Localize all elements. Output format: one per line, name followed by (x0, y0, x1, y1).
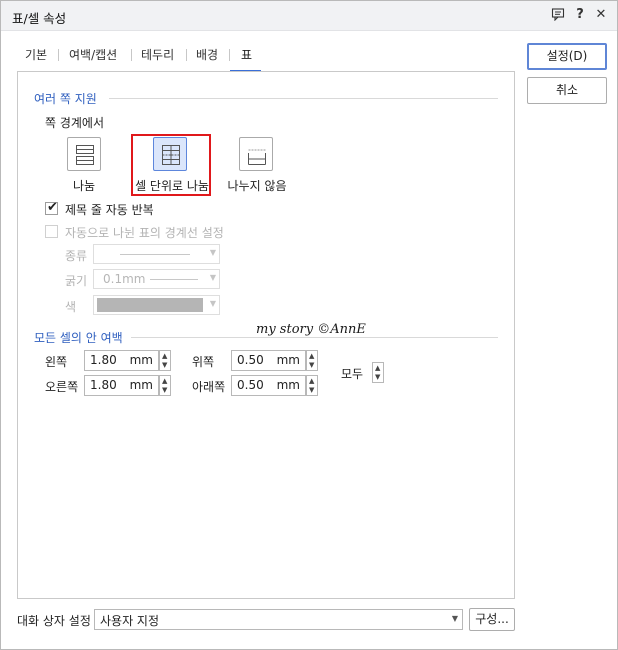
unit-label: mm (129, 353, 153, 367)
line-kind-select[interactable]: ▼ (93, 244, 220, 264)
padding-right-input[interactable]: 1.80 mm (84, 375, 159, 396)
dialog-setting-select[interactable]: 사용자 지정 ▼ (94, 609, 463, 630)
caret-up-icon[interactable]: ▲ (162, 352, 167, 360)
padding-bottom-label: 아래쪽 (192, 380, 226, 394)
table-no-split-icon (248, 149, 266, 165)
ok-button[interactable]: 설정(D) (527, 43, 607, 70)
padding-left-input[interactable]: 1.80 mm (84, 350, 159, 371)
config-button[interactable]: 구성... (469, 608, 515, 631)
help-icon[interactable]: ? (572, 7, 588, 23)
caret-up-icon[interactable]: ▲ (375, 364, 380, 372)
padding-right-value: 1.80 (90, 378, 117, 392)
tab-divider (131, 49, 132, 61)
tab-margin-caption[interactable]: 여백/캡션 (69, 46, 117, 63)
watermark-text: my story ©AnnE (256, 322, 366, 337)
padding-all-spinner[interactable]: ▲ ▼ (372, 362, 384, 383)
tab-divider (58, 49, 59, 61)
line-color-label: 색 (65, 300, 77, 314)
line-thickness-label: 굵기 (65, 274, 88, 288)
dialog-setting-label: 대화 상자 설정 (17, 614, 91, 628)
padding-left-value: 1.80 (90, 353, 117, 367)
caret-up-icon[interactable]: ▲ (309, 377, 314, 385)
line-preview (120, 254, 190, 255)
padding-bottom-spinner[interactable]: ▲ ▼ (306, 375, 318, 396)
tab-basic[interactable]: 기본 (25, 46, 47, 63)
comment-icon[interactable] (550, 7, 566, 23)
table-cell-properties-dialog: 표/셀 속성 ? ✕ 기본 여백/캡션 테두리 배경 표 여러 쪽 지원 쪽 경… (0, 0, 618, 650)
caret-down-icon[interactable]: ▼ (162, 386, 167, 394)
padding-all-label: 모두 (341, 367, 364, 381)
section-title-multipage: 여러 쪽 지원 (34, 92, 97, 106)
repeat-header-label: 제목 줄 자동 반복 (65, 203, 154, 217)
unit-label: mm (276, 378, 300, 392)
tab-border[interactable]: 테두리 (141, 46, 174, 63)
padding-top-value: 0.50 (237, 353, 264, 367)
line-color-select[interactable]: ▼ (93, 295, 220, 315)
padding-top-spinner[interactable]: ▲ ▼ (306, 350, 318, 371)
tab-divider (229, 49, 230, 61)
line-thickness-select[interactable]: 0.1mm ▼ (93, 269, 220, 289)
caret-up-icon[interactable]: ▲ (162, 377, 167, 385)
cancel-button[interactable]: 취소 (527, 77, 607, 104)
dialog-setting-value: 사용자 지정 (100, 614, 160, 628)
padding-left-spinner[interactable]: ▲ ▼ (159, 350, 171, 371)
auto-border-checkbox[interactable] (45, 225, 58, 238)
tab-divider (186, 49, 187, 61)
page-boundary-label: 쪽 경계에서 (45, 116, 105, 130)
line-kind-label: 종류 (65, 249, 88, 263)
repeat-header-checkbox[interactable]: ✔ (45, 200, 58, 215)
caret-down-icon[interactable]: ▼ (309, 361, 314, 369)
section-divider (109, 98, 498, 99)
unit-label: mm (276, 353, 300, 367)
padding-bottom-input[interactable]: 0.50 mm (231, 375, 306, 396)
chevron-down-icon: ▼ (451, 614, 458, 623)
padding-bottom-value: 0.50 (237, 378, 264, 392)
close-icon[interactable]: ✕ (593, 7, 609, 23)
color-swatch (97, 298, 203, 312)
section-title-cell-padding: 모든 셀의 안 여백 (34, 331, 123, 345)
chevron-down-icon: ▼ (209, 273, 216, 282)
line-preview (150, 279, 198, 280)
split-option-label: 나눔 (72, 179, 96, 193)
chevron-down-icon: ▼ (209, 299, 216, 308)
highlight-box (131, 134, 211, 196)
caret-down-icon[interactable]: ▼ (162, 361, 167, 369)
split-option-button[interactable] (67, 137, 101, 171)
padding-left-label: 왼쪽 (45, 355, 68, 369)
padding-top-input[interactable]: 0.50 mm (231, 350, 306, 371)
no-split-option-label: 나누지 않음 (227, 179, 287, 193)
padding-right-spinner[interactable]: ▲ ▼ (159, 375, 171, 396)
chevron-down-icon: ▼ (209, 248, 216, 257)
title-bar: 표/셀 속성 ? ✕ (1, 1, 617, 31)
tab-table[interactable]: 표 (241, 46, 252, 63)
unit-label: mm (129, 378, 153, 392)
caret-down-icon[interactable]: ▼ (309, 386, 314, 394)
caret-down-icon[interactable]: ▼ (375, 373, 380, 381)
caret-up-icon[interactable]: ▲ (309, 352, 314, 360)
dialog-title: 표/셀 속성 (12, 11, 67, 26)
section-divider (131, 337, 498, 338)
tab-background[interactable]: 배경 (196, 46, 218, 63)
auto-border-label: 자동으로 나뉜 표의 경계선 설정 (65, 226, 224, 240)
no-split-option-button[interactable] (239, 137, 273, 171)
padding-right-label: 오른쪽 (45, 380, 79, 394)
table-split-icon (76, 145, 94, 165)
padding-top-label: 위쪽 (192, 355, 215, 369)
line-thickness-value: 0.1mm (103, 272, 146, 286)
checkmark-icon: ✔ (47, 200, 58, 215)
